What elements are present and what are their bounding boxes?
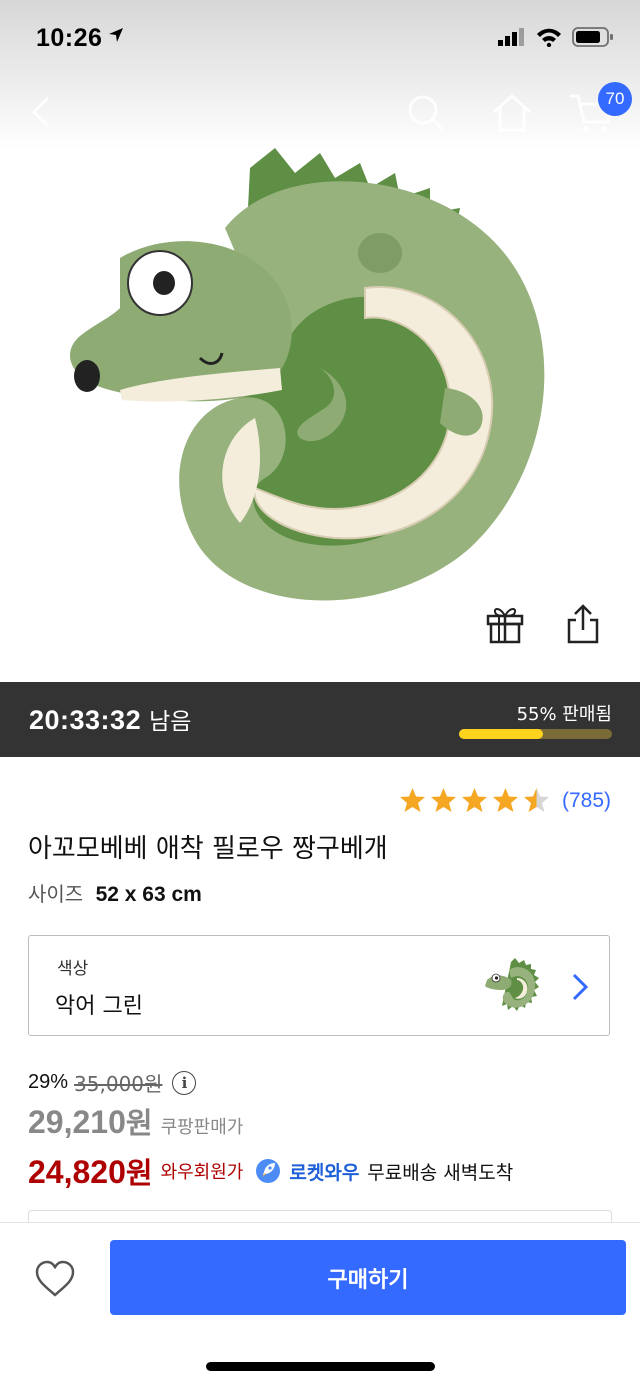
remaining-time: 20:33:32 xyxy=(29,705,142,735)
share-icon[interactable] xyxy=(566,604,600,644)
product-image[interactable]: 70 xyxy=(0,0,640,682)
review-count[interactable]: (785) xyxy=(562,789,611,813)
option-value: 악어 그린 xyxy=(55,994,143,1019)
home-icon[interactable] xyxy=(490,92,534,134)
original-price: 35,000원 xyxy=(74,1072,163,1096)
sold-progress-fill xyxy=(459,729,544,739)
member-price-row: 24,820원 와우회원가 로켓와우 무료배송 새벽도착 xyxy=(28,1150,513,1192)
remaining-suffix: 남음 xyxy=(149,709,192,735)
star-icon xyxy=(461,788,487,812)
sale-price-amount: 29,210 xyxy=(28,1104,126,1140)
color-option-selector[interactable]: 색상 악어 그린 xyxy=(28,935,610,1036)
sale-price: 29,210원 xyxy=(28,1100,153,1142)
size-value: 52 x 63 cm xyxy=(95,883,202,906)
member-price-amount: 24,820 xyxy=(28,1154,126,1190)
search-icon[interactable] xyxy=(405,92,447,134)
rocket-wow-label: 로켓와우 xyxy=(289,1161,360,1184)
star-rating xyxy=(398,786,551,815)
buy-button[interactable]: 구매하기 xyxy=(110,1240,626,1315)
shipping-text: 무료배송 새벽도착 xyxy=(367,1161,514,1184)
star-icon xyxy=(492,788,518,812)
battery-icon xyxy=(572,27,613,47)
back-icon[interactable] xyxy=(28,92,52,132)
rocket-icon xyxy=(256,1159,281,1183)
wishlist-button[interactable] xyxy=(32,1257,78,1301)
member-price: 24,820원 xyxy=(28,1150,153,1192)
sale-price-row: 29,210원 쿠팡판매가 xyxy=(28,1100,243,1142)
member-price-label: 와우회원가 xyxy=(160,1162,244,1183)
discount-row: 29% 35,000원 i xyxy=(28,1068,197,1097)
cart-count-badge[interactable]: 70 xyxy=(598,82,632,116)
star-icon xyxy=(430,788,456,812)
sold-progress-bar xyxy=(459,729,612,739)
rating-row[interactable]: (785) xyxy=(398,786,611,815)
deal-timer-bar: 20:33:32 남음 55% 판매됨 xyxy=(0,682,640,757)
sold-label: 55% 판매됨 xyxy=(516,704,612,725)
option-thumbnail xyxy=(485,958,539,1011)
crocodile-pillow-image xyxy=(70,148,545,601)
size-row: 사이즈 52 x 63 cm xyxy=(28,878,202,907)
option-label: 색상 xyxy=(57,959,89,979)
signal-icon xyxy=(498,28,524,46)
product-title: 아꼬모베베 애착 필로우 짱구베개 xyxy=(28,834,388,864)
discount-percent: 29% xyxy=(28,1071,69,1093)
heart-icon[interactable] xyxy=(34,1260,76,1298)
wifi-icon xyxy=(537,28,561,47)
status-time: 10:26 xyxy=(36,24,103,52)
status-bar: 10:26 xyxy=(0,0,640,80)
home-indicator[interactable] xyxy=(206,1362,435,1371)
sale-price-unit: 원 xyxy=(125,1106,153,1140)
member-price-unit: 원 xyxy=(125,1156,153,1190)
star-icon xyxy=(523,788,549,812)
gift-icon[interactable] xyxy=(486,604,524,644)
location-arrow-icon xyxy=(109,28,123,42)
size-label: 사이즈 xyxy=(28,882,84,906)
sale-seller-label: 쿠팡판매가 xyxy=(160,1117,244,1138)
chevron-right-icon[interactable] xyxy=(569,972,591,1002)
info-icon[interactable]: i xyxy=(172,1070,197,1095)
star-icon xyxy=(399,788,425,812)
